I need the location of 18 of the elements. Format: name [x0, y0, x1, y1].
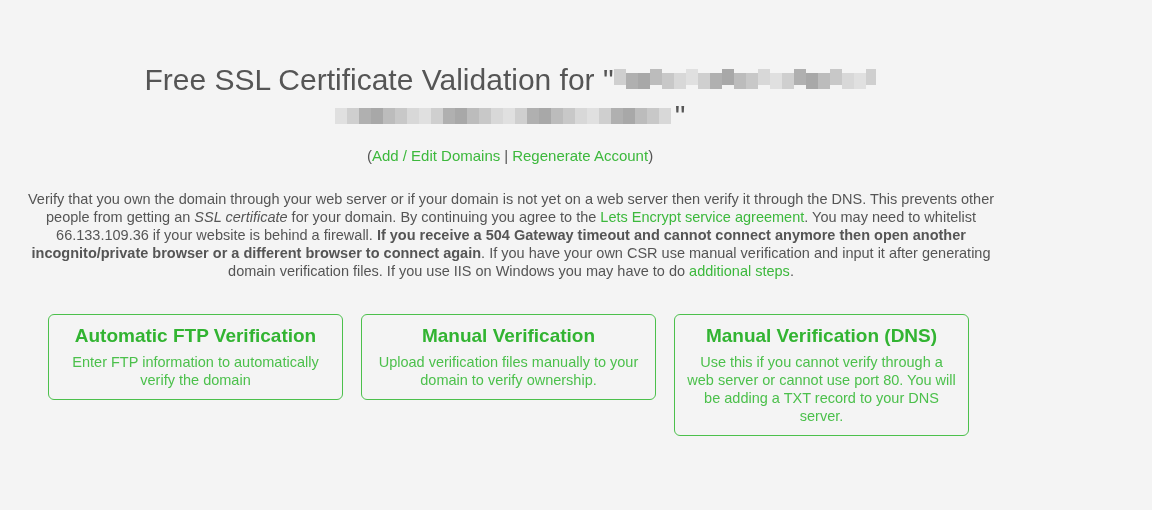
add-edit-domains-link[interactable]: Add / Edit Domains	[371, 147, 501, 164]
text-link[interactable]: additional steps	[689, 263, 790, 279]
page-title: "	[674, 98, 686, 134]
parenthesis: (	[366, 147, 372, 164]
parenthesis: )	[648, 147, 654, 164]
option-description: Enter FTP information to automatically verify the domain	[71, 353, 320, 389]
page-title: Free SSL Certificate Validation for "	[144, 62, 614, 98]
regenerate-account-link[interactable]: Regenerate Account	[512, 147, 649, 164]
verification-option-card[interactable]: Manual Verification (DNS) Use this if you cannot verify through a web server or cannot use port 80. You will be adding a TXT record to your DNS server.	[674, 314, 969, 436]
verification-option-card[interactable]: Automatic FTP Verification Enter FTP information to automatically verify the domain	[48, 314, 343, 400]
option-title: Manual Verification	[420, 324, 597, 348]
option-title: Automatic FTP Verification	[73, 324, 318, 348]
separator: |	[504, 147, 509, 164]
option-description: Use this if you cannot verify through a web server or cannot use port 80. You will be adding a TXT record to your DNS server.	[686, 353, 957, 425]
verification-option-card[interactable]: Manual Verification Upload verification files manually to your domain to verify ownership.	[361, 314, 656, 400]
option-description: Upload verification files manually to your domain to verify ownership.	[377, 353, 640, 389]
intro-paragraph: Verify that you own the domain through your web server or if your domain is not yet on a web server then verify it through the DNS. This prevents other people from getting an SSL certificate for your domain. By continuing you agree to the Lets Encrypt service agreement. You may need to whitelist 66.133.109.36 if your website is behind a firewall. If you receive a 504 Gateway timeout and cannot connect anymore then open another incognito/private browser or a different browser to connect again. If you have your own CSR use manual verification and input it after generating domain verification files. If you use IIS on Windows you may have to do additional steps.	[26, 190, 996, 280]
option-title: Manual Verification (DNS)	[704, 324, 939, 348]
